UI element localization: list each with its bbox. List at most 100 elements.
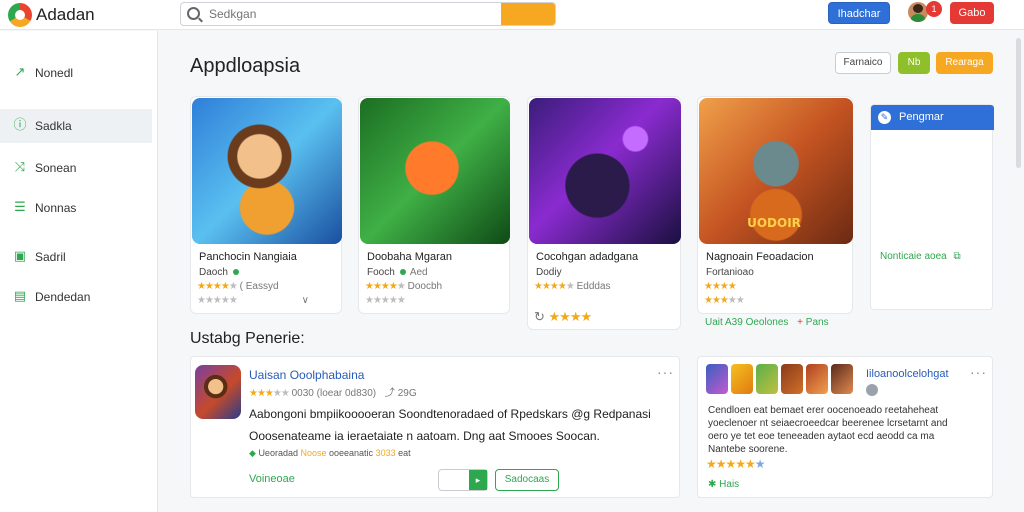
game-rating-row: ★★★★★ Edddas [534,281,611,292]
related-app-thumbnail[interactable] [781,364,803,394]
outline-button[interactable]: Farnaico [835,52,891,74]
app-brand[interactable]: Adadan [36,5,95,25]
tag-icon: ◆ [249,448,256,458]
related-apps-rating: ★★★★★★ [706,457,766,471]
promo-link-label: Nonticaie aoea [880,251,947,262]
search-box[interactable] [180,2,556,26]
review-tag[interactable]: ooeeanatic [329,448,373,458]
star-rating-icon: ★★★ [704,295,729,306]
review-text: Aabongoni bmpiikooooeran Soondtenoradaed… [249,407,651,421]
search-button[interactable] [501,3,555,25]
game-card[interactable]: Panchocin Nangiaia Daoch ★★★★★ ( Eassyd … [190,96,342,314]
user-avatar[interactable] [908,2,928,22]
game-meta: ( Eassyd [239,281,279,292]
game-thumbnail[interactable] [360,98,510,244]
review-tag[interactable]: eat [398,448,411,458]
related-apps-link[interactable]: ✱ Hais [708,479,739,490]
promo-link[interactable]: Nonticaie aoea ⧉ [880,251,961,262]
game-rating-row: ★★★★★ Doocbh [365,281,442,292]
related-apps-card: Iiloanoolcelohgat ··· Cendloen eat bemae… [697,356,993,498]
related-apps-title[interactable]: Iiloanoolcelohgat [866,368,949,380]
chevron-down-icon[interactable]: ∨ [302,295,309,306]
sidebar-item-label: Sadril [35,250,66,264]
game-card[interactable]: Doobaha Mgaran Fooch Aed ★★★★★ Doocbh ★★… [358,96,510,314]
sidebar-item-dendedan[interactable]: ▤ Dendedan [0,280,152,314]
related-apps-text: yoeclenoer nt seiaecroeedcar beerenee lc… [708,418,948,429]
related-app-thumbnail[interactable] [831,364,853,394]
green-button[interactable]: Nb [898,52,930,74]
scrollbar-thumb[interactable] [1016,38,1021,168]
game-subtitle: Dodiy [536,267,562,278]
game-subtitle: Daoch [199,267,241,278]
header-primary-button[interactable]: Ihadchar [828,2,890,24]
game-title[interactable]: Cocohgan adadgana [536,251,638,263]
game-title[interactable]: Nagnoain Feoadacion [706,251,814,263]
game-title[interactable]: Doobaha Mgaran [367,251,452,263]
grid-icon: ▤ [13,289,27,304]
game-title[interactable]: Panchocin Nangiaia [199,251,297,263]
game-meta: Edddas [576,281,611,292]
game-thumbnail[interactable] [529,98,681,244]
game-card[interactable]: UODOIR Nagnoain Feoadacion Fortanioao ★★… [697,96,853,314]
app-logo[interactable] [8,3,32,27]
external-link-icon: ⧉ [953,251,961,262]
extra-link-row: Uait A39 Oeolones + Pans [705,317,829,328]
review-app-name[interactable]: Uaisan Ooolphabaina [249,368,364,382]
review-date: 0030 (loear 0d830) [291,388,377,399]
increment-button[interactable]: ▸ [469,470,487,490]
sidebar-item-label: Sadkla [35,119,72,133]
sidebar-item-sadkla[interactable]: ⓘ Sadkla [0,109,152,143]
promo-header[interactable]: ✎ Pengmar [871,105,994,130]
game-rating-row-secondary: ★★★★★ [704,295,745,306]
extra-link[interactable]: Uait A39 Oeolones [705,317,788,328]
extra-link[interactable]: Pans [806,317,829,328]
review-action-button[interactable]: Sadocaas [495,469,559,491]
verified-icon [232,269,239,275]
review-thumbnail[interactable] [195,365,241,419]
star-empty-icon: ★ [228,281,238,292]
related-app-thumbnail[interactable] [731,364,753,394]
related-app-thumbnail[interactable] [756,364,778,394]
section-title: Ustabg Penerie: [190,330,305,347]
notification-badge[interactable]: 1 [926,1,942,17]
game-thumbnail[interactable]: UODOIR [699,98,853,244]
more-options-icon[interactable]: ··· [657,364,674,380]
review-tag[interactable]: Noose [300,448,326,458]
page-scrollbar[interactable] [1015,34,1022,504]
sidebar-item-nonedl[interactable]: ↗ Nonedl [0,56,152,90]
search-input[interactable] [209,6,499,22]
share-icon[interactable]: ⤴ [385,388,395,399]
header-secondary-button[interactable]: Gabo [950,2,994,24]
trend-icon: ↗ [14,65,26,80]
related-app-thumbnail[interactable] [706,364,728,394]
star-rating-icon: ★★★★★ [706,457,756,471]
sidebar-item-label: Sonean [35,161,77,175]
orange-button[interactable]: Rearaga [936,52,993,74]
related-apps-text: Nantebe soorene. [708,444,788,455]
game-developer: Daoch [199,267,228,278]
star-empty-icon: ★★ [272,388,290,399]
refresh-icon[interactable]: ↻ [534,309,545,324]
more-options-icon[interactable]: ··· [970,364,987,380]
review-tags: ◆ Ueoradad Noose ooeeanatic 3033 eat [249,448,411,459]
game-meta-secondary: Doocbh [407,281,443,292]
sidebar-item-sonean[interactable]: ⤨ Sonean [0,151,152,185]
plus-icon: + [797,317,804,328]
promo-title: Pengmar [899,111,944,123]
review-link[interactable]: Voineoae [249,473,295,485]
related-app-thumbnail[interactable] [806,364,828,394]
page-title: Appdloapsia [190,55,301,77]
review-text: Ooosenateame ia ieraetaiate n aatoam. Dn… [249,429,600,443]
review-tag[interactable]: 3033 [376,448,396,458]
review-tag[interactable]: Ueoradad [258,448,298,458]
star-empty-icon: ★★★★★ [365,295,406,306]
info-icon: ✎ [878,111,891,124]
quantity-stepper[interactable]: ▸ [438,469,488,491]
sidebar-item-sadril[interactable]: ▣ Sadril [0,240,152,274]
sidebar-item-nonnas[interactable]: ☰ Nonnas [0,191,152,225]
sidebar-item-label: Nonedl [35,66,74,80]
globe-icon [866,384,878,396]
game-thumbnail[interactable] [192,98,342,244]
game-card[interactable]: Cocohgan adadgana Dodiy ★★★★★ Edddas ↻ ★… [527,96,681,330]
game-meta: Aed [409,267,428,278]
